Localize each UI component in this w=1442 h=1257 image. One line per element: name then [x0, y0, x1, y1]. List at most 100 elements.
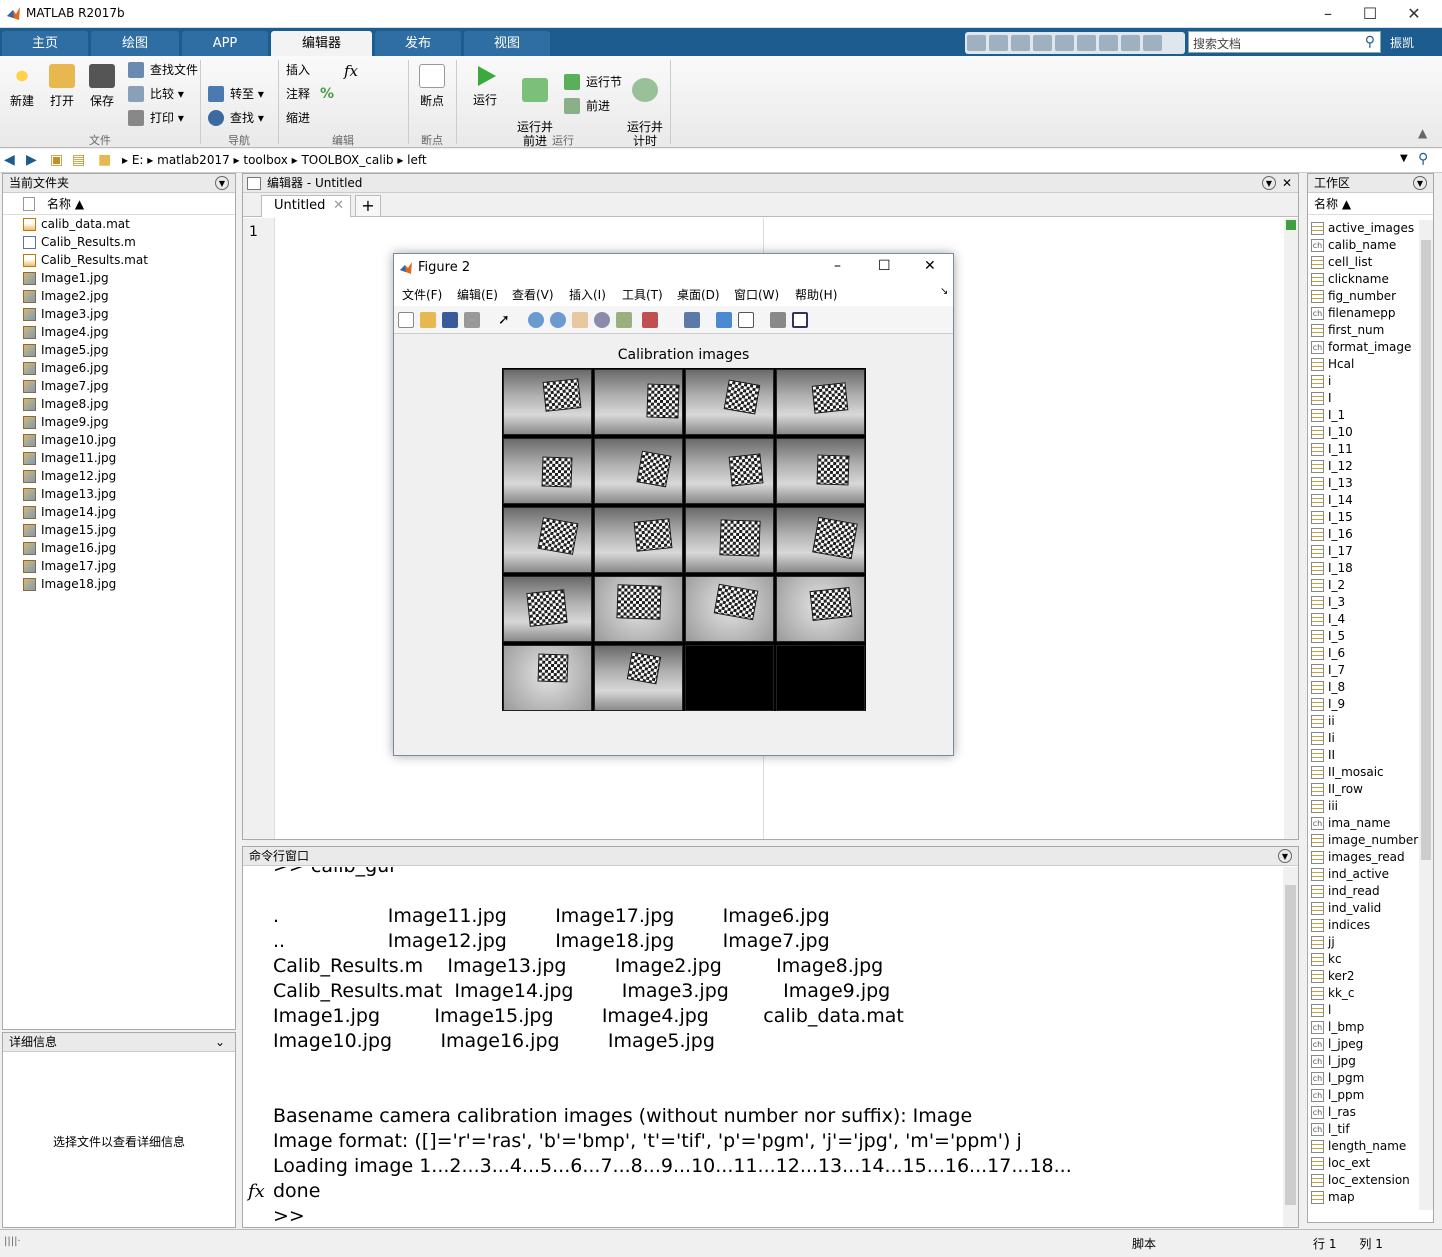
minimize-icon[interactable]: –: [1308, 2, 1348, 26]
zoom-out-icon[interactable]: [550, 312, 566, 328]
user-account-menu[interactable]: 振凯: [1390, 34, 1414, 51]
workspace-variable[interactable]: ker2: [1308, 968, 1420, 985]
workspace-variable[interactable]: indices: [1308, 917, 1420, 934]
comment-percent-icon[interactable]: %: [320, 86, 334, 102]
minimize-icon[interactable]: –: [834, 258, 841, 274]
crumb-toolbox[interactable]: toolbox: [243, 153, 287, 167]
print-figure-icon[interactable]: [464, 312, 480, 328]
file-list-item[interactable]: Image1.jpg: [3, 269, 235, 287]
workspace-variable[interactable]: ii: [1308, 713, 1420, 730]
address-dropdown-icon[interactable]: ▼: [1400, 153, 1408, 164]
workspace-variable[interactable]: ind_active: [1308, 866, 1420, 883]
figure-menu-item[interactable]: 帮助(H): [795, 286, 837, 303]
save-figure-icon[interactable]: [442, 312, 458, 328]
workspace-variable[interactable]: length_name: [1308, 1138, 1420, 1155]
workspace-variable[interactable]: images_read: [1308, 849, 1420, 866]
advance-button[interactable]: 前进: [564, 96, 610, 116]
file-list-item[interactable]: Image16.jpg: [3, 539, 235, 557]
file-list-item[interactable]: Image8.jpg: [3, 395, 235, 413]
file-list-item[interactable]: Image9.jpg: [3, 413, 235, 431]
link-plot-icon[interactable]: [684, 312, 700, 328]
close-icon[interactable]: ✕: [924, 258, 936, 274]
zoom-in-icon[interactable]: [528, 312, 544, 328]
workspace-variable[interactable]: I_15: [1308, 509, 1420, 526]
save-button[interactable]: 保存: [86, 64, 118, 109]
workspace-variable[interactable]: fig_number: [1308, 288, 1420, 305]
figure-menu-item[interactable]: 插入(I): [569, 286, 606, 303]
print-button[interactable]: 打印 ▾: [128, 108, 184, 128]
workspace-variable[interactable]: image_numbers: [1308, 832, 1420, 849]
figure-menu-item[interactable]: 桌面(D): [677, 286, 720, 303]
file-list-item[interactable]: Image3.jpg: [3, 305, 235, 323]
workspace-variable[interactable]: kk_c: [1308, 985, 1420, 1002]
figure-menu-item[interactable]: 文件(F): [402, 286, 442, 303]
workspace-variable[interactable]: ind_read: [1308, 883, 1420, 900]
copy-icon[interactable]: [1033, 35, 1052, 51]
workspace-variable[interactable]: ind_valid: [1308, 900, 1420, 917]
workspace-variable[interactable]: Ii: [1308, 730, 1420, 747]
command-window-scrollbar[interactable]: [1283, 867, 1298, 1227]
workspace-variable[interactable]: map: [1308, 1189, 1420, 1206]
insert-button[interactable]: 插入: [286, 60, 310, 80]
workspace-variable[interactable]: I_10: [1308, 424, 1420, 441]
compare-button[interactable]: 比较 ▾: [128, 84, 184, 104]
open-button[interactable]: 打开: [46, 64, 78, 109]
up-folder-icon[interactable]: ▣: [50, 152, 63, 168]
calibration-image-mosaic[interactable]: [502, 368, 866, 711]
find-files-button[interactable]: 查找文件: [128, 60, 198, 80]
workspace-variable[interactable]: ch ima_name: [1308, 815, 1420, 832]
name-column-header[interactable]: 名称 ▲: [3, 193, 235, 215]
panel-menu-icon[interactable]: ▼: [1262, 176, 1276, 190]
file-list-item[interactable]: Calib_Results.m: [3, 233, 235, 251]
workspace-variable[interactable]: I_6: [1308, 645, 1420, 662]
workspace-variable[interactable]: cell_list: [1308, 254, 1420, 271]
file-list-item[interactable]: Image4.jpg: [3, 323, 235, 341]
file-list-item[interactable]: Image12.jpg: [3, 467, 235, 485]
crumb-toolbox-calib[interactable]: TOOLBOX_calib: [301, 153, 393, 167]
save-icon[interactable]: [989, 35, 1008, 51]
file-list-item[interactable]: Image11.jpg: [3, 449, 235, 467]
close-tab-icon[interactable]: ✕: [333, 196, 344, 216]
shortcut-icon[interactable]: [967, 35, 986, 51]
workspace-variable[interactable]: I_9: [1308, 696, 1420, 713]
maximize-icon[interactable]: ☐: [1350, 2, 1390, 26]
comment-button[interactable]: 注释: [286, 84, 310, 104]
cut-icon[interactable]: [1011, 35, 1030, 51]
undo-icon[interactable]: [1077, 35, 1096, 51]
workspace-variable[interactable]: loc_extension: [1308, 1172, 1420, 1189]
file-list-item[interactable]: Image10.jpg: [3, 431, 235, 449]
workspace-name-column-header[interactable]: 名称 ▲: [1308, 193, 1433, 215]
find-button[interactable]: 查找 ▾: [208, 108, 264, 128]
crumb-matlab2017[interactable]: matlab2017: [157, 153, 230, 167]
tab-untitled[interactable]: Untitled ✕: [261, 195, 351, 217]
workspace-variable[interactable]: active_images: [1308, 220, 1420, 237]
figure-menu-item[interactable]: 编辑(E): [457, 286, 498, 303]
new-button[interactable]: 新建: [6, 64, 38, 109]
close-editor-icon[interactable]: ✕: [1282, 174, 1292, 193]
search-documentation-input[interactable]: 搜索文档 ⚲: [1188, 31, 1381, 53]
back-arrow-icon[interactable]: ◀: [4, 152, 15, 168]
workspace-variable[interactable]: II: [1308, 747, 1420, 764]
workspace-variable[interactable]: iii: [1308, 798, 1420, 815]
workspace-variable[interactable]: I_16: [1308, 526, 1420, 543]
file-list-item[interactable]: Calib_Results.mat: [3, 251, 235, 269]
file-list-item[interactable]: calib_data.mat: [3, 215, 235, 233]
file-list-item[interactable]: Image2.jpg: [3, 287, 235, 305]
file-list-item[interactable]: Image7.jpg: [3, 377, 235, 395]
workspace-variable[interactable]: ch format_image: [1308, 339, 1420, 356]
file-list-item[interactable]: Image13.jpg: [3, 485, 235, 503]
show-plot-tools-icon[interactable]: [792, 312, 808, 328]
colorbar-icon[interactable]: [716, 312, 732, 328]
workspace-variable[interactable]: ch calib_name: [1308, 237, 1420, 254]
tab-home[interactable]: 主页: [2, 31, 88, 56]
workspace-variable[interactable]: Hcal: [1308, 356, 1420, 373]
tab-editor[interactable]: 编辑器: [271, 31, 372, 56]
workspace-variable[interactable]: ch l_tif: [1308, 1121, 1420, 1138]
file-list-item[interactable]: Image17.jpg: [3, 557, 235, 575]
tab-view[interactable]: 视图: [464, 31, 550, 56]
workspace-variable[interactable]: jj: [1308, 934, 1420, 951]
maximize-icon[interactable]: ☐: [878, 258, 891, 274]
scrollbar-thumb[interactable]: [1285, 885, 1296, 1205]
tab-plots[interactable]: 绘图: [91, 31, 179, 56]
workspace-variable[interactable]: I: [1308, 390, 1420, 407]
